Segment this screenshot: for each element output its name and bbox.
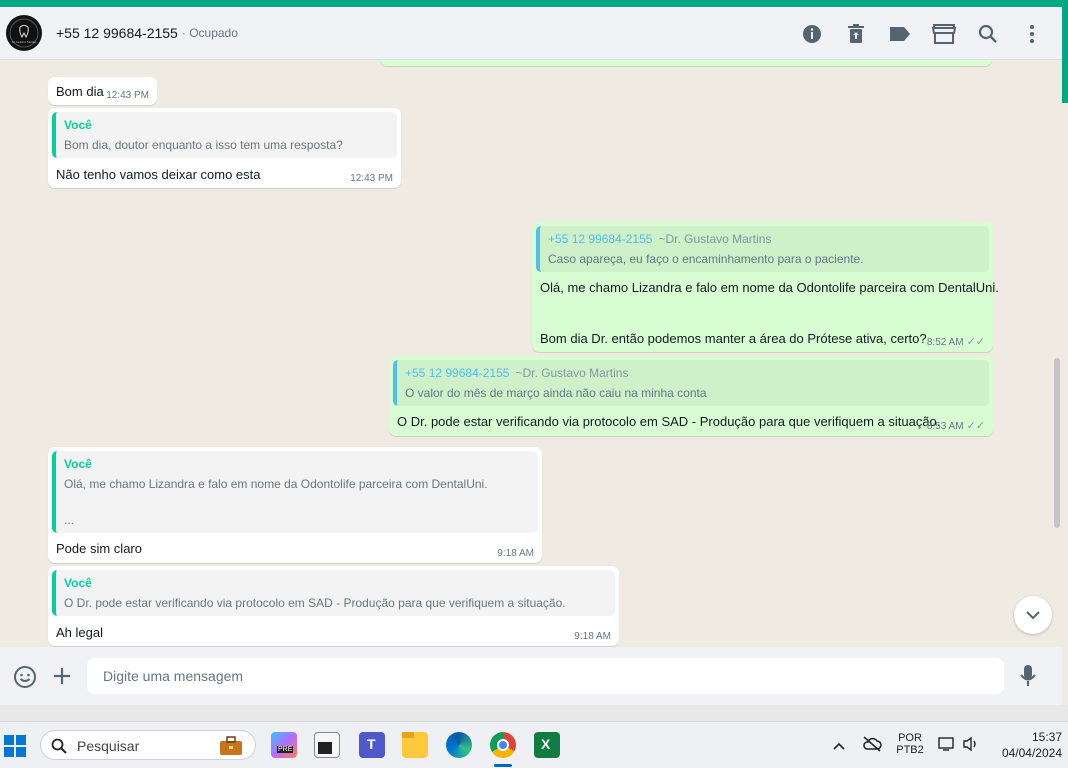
more-icon[interactable] [1020, 22, 1044, 46]
message-bubble-outgoing[interactable]: +55 12 99684-2155 ~Dr. Gustavo Martins Ca… [532, 222, 999, 352]
chrome-icon[interactable] [490, 732, 516, 758]
quoted-text: Caso apareça, eu faço o encaminhamento p… [548, 252, 864, 266]
clock[interactable]: 15:37 04/04/2024 [990, 730, 1062, 760]
quoted-message[interactable]: Você Olá, me chamo Lizandra e falo em no… [52, 451, 538, 533]
message-time: 8:52 AM ✓✓ [927, 335, 985, 348]
app-top-accent [0, 0, 1068, 7]
attach-plus-icon[interactable] [52, 666, 72, 691]
briefcase-icon [220, 736, 242, 755]
cloud-off-icon[interactable] [862, 736, 882, 757]
active-app-indicator [494, 764, 512, 767]
quoted-text: Bom dia, doutor enquanto a isso tem uma … [64, 138, 343, 152]
avatar[interactable]: Dr. Gustavo Martins [6, 15, 42, 51]
message-text: Bom dia Dr. então podemos manter a área … [540, 331, 927, 346]
quoted-message[interactable]: Você O Dr. pode estar verificando via pr… [52, 570, 615, 616]
windows-taskbar: Pesquisar PRE T X POR PTB2 15:37 04/04/2… [0, 721, 1068, 768]
quoted-author-number: +55 12 99684-2155 [405, 366, 510, 380]
message-time: 12:43 PM [350, 173, 393, 184]
message-input[interactable]: Digite uma mensagem [87, 658, 1004, 694]
message-text: Olá, me chamo Lizandra e falo em nome da… [540, 280, 999, 295]
message-text: Bom dia [56, 84, 104, 99]
message-text: Ah legal [56, 625, 103, 640]
message-bubble-outgoing[interactable]: +55 12 99684-2155 ~Dr. Gustavo Martins O … [389, 356, 993, 436]
language-code: POR [898, 732, 922, 744]
quoted-message[interactable]: Você Bom dia, doutor enquanto a isso tem… [52, 112, 397, 158]
quoted-message[interactable]: +55 12 99684-2155 ~Dr. Gustavo Martins Ca… [536, 226, 989, 272]
delete-icon[interactable] [844, 22, 868, 46]
contact-name[interactable]: +55 12 99684-2155 [56, 25, 178, 41]
double-check-icon: ✓✓ [966, 420, 985, 432]
message-text: O Dr. pode estar verificando via protoco… [397, 414, 941, 429]
message-time-value: 8:53 AM [926, 421, 964, 432]
teams-icon[interactable]: T [359, 732, 385, 758]
copilot-icon[interactable]: PRE [271, 732, 297, 758]
emoji-icon[interactable] [13, 665, 37, 694]
window-edge-accent [1062, 7, 1068, 103]
excel-icon[interactable]: X [534, 732, 560, 758]
message-bubble-incoming[interactable]: Você O Dr. pode estar verificando via pr… [48, 566, 619, 646]
contact-status: · Ocupado [182, 26, 238, 40]
status-separator: · [181, 26, 186, 40]
store-icon[interactable] [932, 22, 956, 46]
clock-date: 04/04/2024 [1001, 746, 1062, 760]
chevron-up-icon[interactable] [832, 738, 846, 756]
message-input-placeholder: Digite uma mensagem [103, 668, 244, 684]
message-time-value: 8:52 AM [926, 337, 964, 348]
quoted-text-more: ... [64, 513, 75, 527]
label-icon[interactable] [888, 22, 912, 46]
clock-time: 15:37 [1031, 730, 1062, 744]
taskbar-search[interactable]: Pesquisar [40, 730, 256, 760]
quoted-author-number: +55 12 99684-2155 [548, 232, 653, 246]
quoted-author: Você [64, 576, 92, 590]
volume-icon[interactable] [962, 736, 980, 757]
file-explorer-icon[interactable] [402, 732, 428, 758]
double-check-icon: ✓✓ [966, 336, 985, 348]
keyboard-layout: PTB2 [896, 744, 924, 756]
search-icon [51, 738, 67, 754]
quoted-author: Você [64, 457, 92, 471]
windows-start-icon[interactable] [4, 735, 26, 762]
message-time: 12:43 PM [106, 90, 149, 101]
quoted-author: Você [64, 118, 92, 132]
message-text: Não tenho vamos deixar como esta [56, 167, 261, 182]
quoted-author-name: ~Dr. Gustavo Martins [658, 232, 772, 246]
message-time: 8:53 AM ✓✓ [927, 419, 985, 432]
message-bubble-incoming[interactable]: Você Bom dia, doutor enquanto a isso tem… [48, 108, 401, 188]
copilot-badge: PRE [277, 746, 294, 753]
info-icon[interactable] [800, 22, 824, 46]
task-view-icon[interactable] [314, 732, 340, 758]
chat-panel[interactable]: Bom dia 12:43 PM Você Bom dia, doutor en… [0, 60, 1062, 647]
message-time: 9:18 AM [497, 548, 534, 559]
quoted-text: O valor do mês de março ainda não caiu n… [405, 386, 707, 400]
status-text: Ocupado [189, 26, 238, 40]
scroll-to-bottom-button[interactable] [1014, 596, 1052, 634]
microphone-icon[interactable] [1019, 664, 1037, 693]
message-composer: Digite uma mensagem [0, 647, 1062, 705]
quoted-message[interactable]: +55 12 99684-2155 ~Dr. Gustavo Martins O … [393, 360, 989, 406]
language-indicator[interactable]: POR PTB2 [895, 732, 925, 756]
message-time: 9:18 AM [574, 631, 611, 642]
quoted-author: +55 12 99684-2155 ~Dr. Gustavo Martins [548, 232, 771, 246]
quoted-text: Olá, me chamo Lizandra e falo em nome da… [64, 477, 488, 491]
avatar-logo-text: Dr. Gustavo Martins [12, 40, 37, 44]
window-bottom-edge [0, 705, 1068, 721]
message-bubble-incoming[interactable]: Você Olá, me chamo Lizandra e falo em no… [48, 447, 542, 563]
quoted-author-name: ~Dr. Gustavo Martins [515, 366, 629, 380]
network-icon[interactable] [938, 736, 956, 757]
message-bubble-partial [380, 60, 992, 66]
chat-header: Dr. Gustavo Martins +55 12 99684-2155 · … [0, 7, 1062, 60]
search-icon[interactable] [976, 22, 1000, 46]
message-bubble-incoming[interactable]: Bom dia 12:43 PM [48, 77, 157, 105]
edge-icon[interactable] [446, 732, 472, 758]
chevron-down-icon [1026, 611, 1040, 620]
chat-scrollbar[interactable] [1054, 358, 1060, 528]
quoted-author: +55 12 99684-2155 ~Dr. Gustavo Martins [405, 366, 628, 380]
quoted-text: O Dr. pode estar verificando via protoco… [64, 596, 566, 610]
taskbar-search-label: Pesquisar [77, 738, 140, 754]
message-text: Pode sim claro [56, 541, 142, 556]
